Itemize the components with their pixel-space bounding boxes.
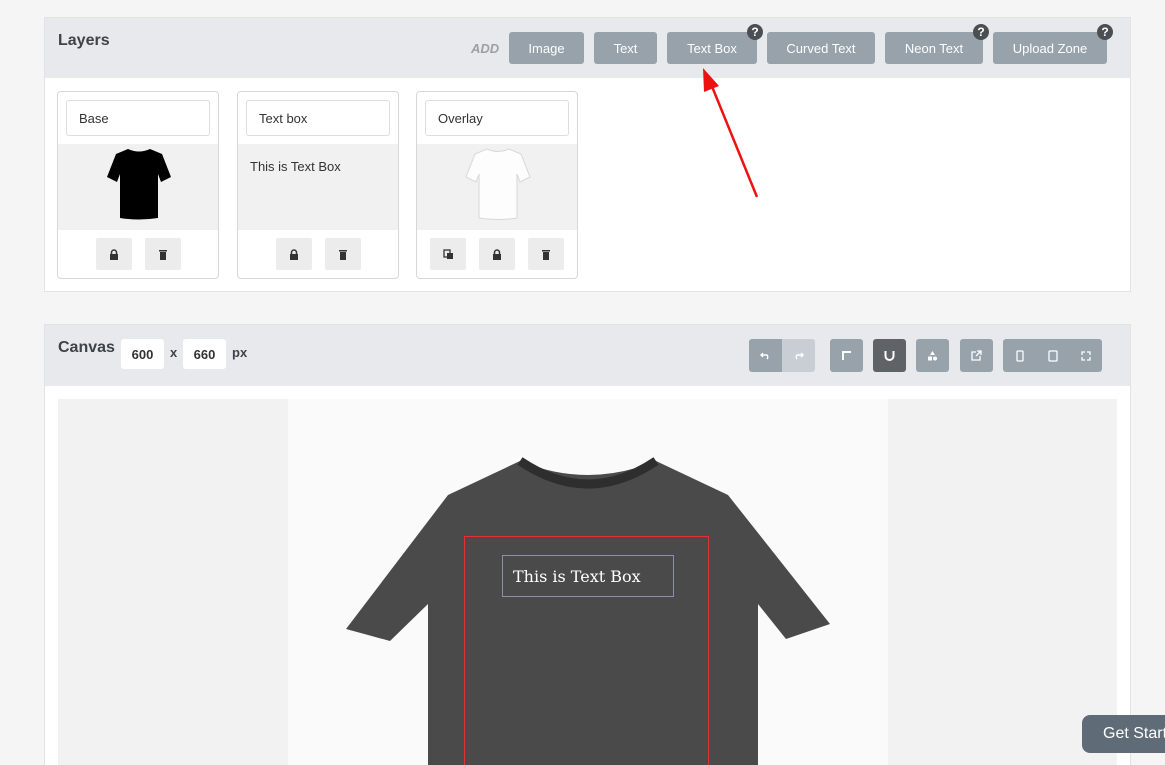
trash-icon [338, 249, 347, 260]
help-icon[interactable]: ? [973, 24, 989, 40]
corner-align-icon [842, 351, 851, 360]
layer-preview-text: This is Text Box [250, 159, 341, 174]
layer-name-input[interactable]: Base [66, 100, 210, 136]
layer-name-input[interactable]: Text box [246, 100, 390, 136]
lock-button[interactable] [95, 238, 132, 270]
tablet-view-button[interactable] [1036, 339, 1069, 372]
help-icon[interactable]: ? [747, 24, 763, 40]
add-curved-text-button[interactable]: Curved Text [767, 32, 875, 64]
layer-name-input[interactable]: Overlay [425, 100, 569, 136]
black-tshirt-icon [107, 149, 171, 220]
layer-preview [58, 144, 218, 230]
add-label: ADD [471, 41, 500, 56]
canvas-width-input[interactable]: 600 [121, 339, 164, 369]
canvas-title: Canvas [58, 339, 115, 356]
undo-icon [760, 352, 769, 360]
canvas-panel: Canvas 600 x 660 px This is Text Box [44, 324, 1131, 765]
snap-button[interactable] [873, 339, 906, 372]
align-button[interactable] [830, 339, 863, 372]
layer-actions [238, 238, 398, 270]
layers-header: Layers ADD Image Text Text Box? Curved T… [45, 18, 1130, 78]
canvas-header: Canvas 600 x 660 px [45, 325, 1130, 386]
lock-button[interactable] [479, 238, 515, 270]
layer-actions [417, 238, 577, 270]
add-image-button[interactable]: Image [509, 32, 584, 64]
lock-icon [109, 248, 118, 260]
lock-icon [493, 248, 501, 260]
layers-panel: Layers ADD Image Text Text Box? Curved T… [44, 17, 1131, 292]
add-image-label: Image [528, 40, 565, 56]
mobile-view-button[interactable] [1003, 339, 1036, 372]
delete-button[interactable] [144, 238, 181, 270]
layer-card-textbox[interactable]: Text box This is Text Box [237, 91, 399, 279]
design-canvas[interactable]: This is Text Box [288, 399, 888, 765]
design-stage[interactable]: This is Text Box [58, 399, 1117, 765]
layer-card-overlay[interactable]: Overlay [416, 91, 578, 279]
add-textbox-label: Text Box [687, 40, 737, 56]
add-neon-text-label: Neon Text [904, 40, 964, 56]
layer-preview [417, 144, 577, 230]
add-upload-zone-button[interactable]: Upload Zone? [993, 24, 1113, 64]
dimension-separator: x [170, 345, 178, 360]
shapes-icon [928, 350, 937, 360]
redo-icon [795, 352, 804, 360]
dimension-unit: px [232, 345, 248, 360]
tablet-icon [1047, 349, 1058, 362]
add-upload-zone-label: Upload Zone [1012, 40, 1088, 56]
trash-icon [542, 249, 550, 260]
magnet-icon [884, 350, 895, 361]
add-neon-text-button[interactable]: Neon Text? [885, 24, 989, 64]
layer-card-base[interactable]: Base [57, 91, 219, 279]
add-text-label: Text [613, 40, 638, 56]
add-text-button[interactable]: Text [594, 32, 657, 64]
layers-title: Layers [58, 32, 110, 49]
add-curved-text-label: Curved Text [786, 40, 856, 56]
delete-button[interactable] [528, 238, 564, 270]
white-tshirt-icon [465, 148, 531, 220]
export-button[interactable] [960, 339, 993, 372]
fullscreen-button[interactable] [1069, 339, 1102, 372]
undo-button[interactable] [749, 339, 782, 372]
lock-icon [289, 248, 298, 260]
layer-actions [58, 238, 218, 270]
canvas-height-input[interactable]: 660 [183, 339, 226, 369]
trash-icon [158, 249, 167, 260]
lock-button[interactable] [275, 238, 312, 270]
export-icon [971, 350, 982, 361]
add-textbox-button[interactable]: Text Box? [667, 24, 763, 64]
expand-icon [1080, 350, 1091, 361]
duplicate-button[interactable] [430, 238, 466, 270]
get-started-button[interactable]: Get Started [1082, 715, 1165, 753]
redo-button[interactable] [782, 339, 815, 372]
delete-button[interactable] [324, 238, 361, 270]
help-icon[interactable]: ? [1097, 24, 1113, 40]
canvas-textbox[interactable]: This is Text Box [502, 555, 674, 597]
copy-icon [442, 248, 453, 259]
shapes-button[interactable] [916, 339, 949, 372]
mobile-icon [1015, 349, 1024, 362]
layer-preview: This is Text Box [238, 144, 398, 230]
